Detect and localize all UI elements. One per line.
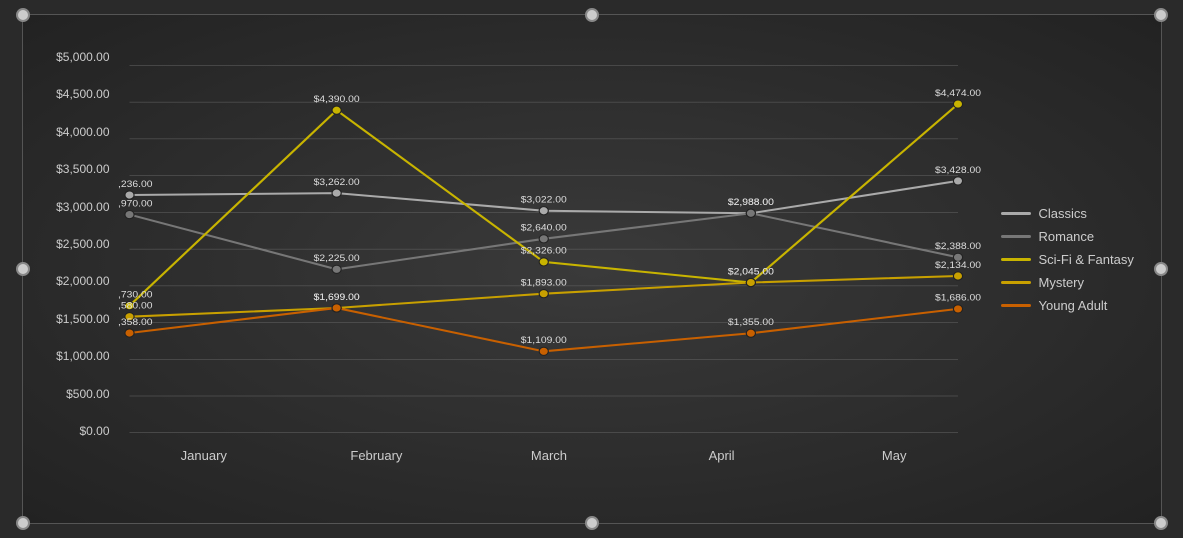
data-point (539, 347, 548, 355)
legend-label-text: Young Adult (1039, 298, 1108, 313)
y-label: $500.00 (66, 387, 109, 401)
legend-label-text: Sci-Fi & Fantasy (1039, 252, 1134, 267)
data-label: $1,686.00 (934, 293, 980, 303)
data-label: $2,970.00 (118, 199, 153, 209)
data-point (539, 207, 548, 215)
data-label: $1,580.00 (118, 301, 153, 311)
data-label: $3,262.00 (313, 177, 360, 187)
data-label: $1,109.00 (520, 336, 567, 346)
data-label: $2,326.00 (520, 246, 567, 256)
x-label: May (808, 448, 981, 473)
data-point (332, 189, 341, 197)
data-label: $2,640.00 (520, 223, 567, 233)
legend-item: Romance (1001, 229, 1141, 244)
data-label: $1,699.00 (313, 292, 360, 302)
y-label: $2,500.00 (56, 237, 109, 251)
corner-mr (1154, 262, 1168, 276)
y-label: $4,000.00 (56, 125, 109, 139)
data-point (124, 329, 133, 337)
legend-item: Classics (1001, 206, 1141, 221)
legend-line-color (1001, 304, 1031, 307)
corner-tc (585, 8, 599, 22)
corner-tr (1154, 8, 1168, 22)
y-label: $4,500.00 (56, 87, 109, 101)
data-label: $2,134.00 (934, 260, 980, 270)
data-point (539, 258, 548, 266)
chart-area: $5,000.00 $4,500.00 $4,000.00 $3,500.00 $3,0… (43, 45, 1141, 473)
x-label: January (118, 448, 291, 473)
data-point (953, 100, 962, 108)
data-point (124, 191, 133, 199)
x-label: February (290, 448, 463, 473)
legend-item: Mystery (1001, 275, 1141, 290)
data-point (124, 210, 133, 218)
corner-bl (16, 516, 30, 530)
data-point (332, 106, 341, 114)
legend: Classics Romance Sci-Fi & Fantasy Mystery Yo… (981, 45, 1141, 473)
data-point (539, 290, 548, 298)
legend-item: Sci-Fi & Fantasy (1001, 252, 1141, 267)
corner-br (1154, 516, 1168, 530)
y-axis: $5,000.00 $4,500.00 $4,000.00 $3,500.00 $3,0… (43, 45, 118, 473)
legend-item: Young Adult (1001, 298, 1141, 313)
data-label: $4,390.00 (313, 95, 360, 105)
data-point (539, 235, 548, 243)
chart-plot-area: $3,236.00 $3,262.00 $3,022.00 $2,988.00 $3,4… (118, 45, 981, 473)
data-point (746, 329, 755, 337)
corner-ml (16, 262, 30, 276)
data-label: $1,355.00 (727, 318, 774, 328)
y-label: $1,500.00 (56, 312, 109, 326)
y-label: $1,000.00 (56, 349, 109, 363)
corner-bc (585, 516, 599, 530)
data-label: $1,730.00 (118, 290, 153, 300)
x-label: March (463, 448, 636, 473)
data-point (953, 305, 962, 313)
corner-tl (16, 8, 30, 22)
legend-label-text: Classics (1039, 206, 1087, 221)
data-point (746, 278, 755, 286)
chart-container: $5,000.00 $4,500.00 $4,000.00 $3,500.00 $3,0… (22, 14, 1162, 524)
data-point (332, 265, 341, 273)
legend-line-color (1001, 258, 1031, 261)
chart-left: $5,000.00 $4,500.00 $4,000.00 $3,500.00 $3,0… (43, 45, 981, 473)
y-label: $2,000.00 (56, 274, 109, 288)
data-label: $2,988.00 (727, 198, 774, 208)
data-label: $1,893.00 (520, 278, 567, 288)
legend-label-text: Romance (1039, 229, 1095, 244)
y-label: $3,500.00 (56, 162, 109, 176)
y-label: $5,000.00 (56, 50, 109, 64)
data-label: $2,045.00 (727, 267, 774, 277)
data-label: $2,388.00 (934, 242, 980, 252)
data-label: $3,236.00 (118, 179, 153, 189)
data-label: $3,022.00 (520, 195, 567, 205)
data-point (746, 209, 755, 217)
data-point (953, 177, 962, 185)
x-label: April (635, 448, 808, 473)
legend-line-color (1001, 281, 1031, 284)
data-point (332, 304, 341, 312)
data-label: $2,225.00 (313, 254, 360, 264)
legend-label-text: Mystery (1039, 275, 1085, 290)
data-label: $3,428.00 (934, 165, 980, 175)
x-axis: JanuaryFebruaryMarchAprilMay (118, 443, 981, 473)
y-label: $3,000.00 (56, 200, 109, 214)
y-label: $0.00 (79, 424, 109, 438)
legend-line-color (1001, 235, 1031, 238)
data-point (953, 272, 962, 280)
data-label: $1,358.00 (118, 317, 153, 327)
data-label: $4,474.00 (934, 88, 980, 98)
line-chart-svg: $3,236.00 $3,262.00 $3,022.00 $2,988.00 $3,4… (118, 45, 981, 443)
legend-line-color (1001, 212, 1031, 215)
